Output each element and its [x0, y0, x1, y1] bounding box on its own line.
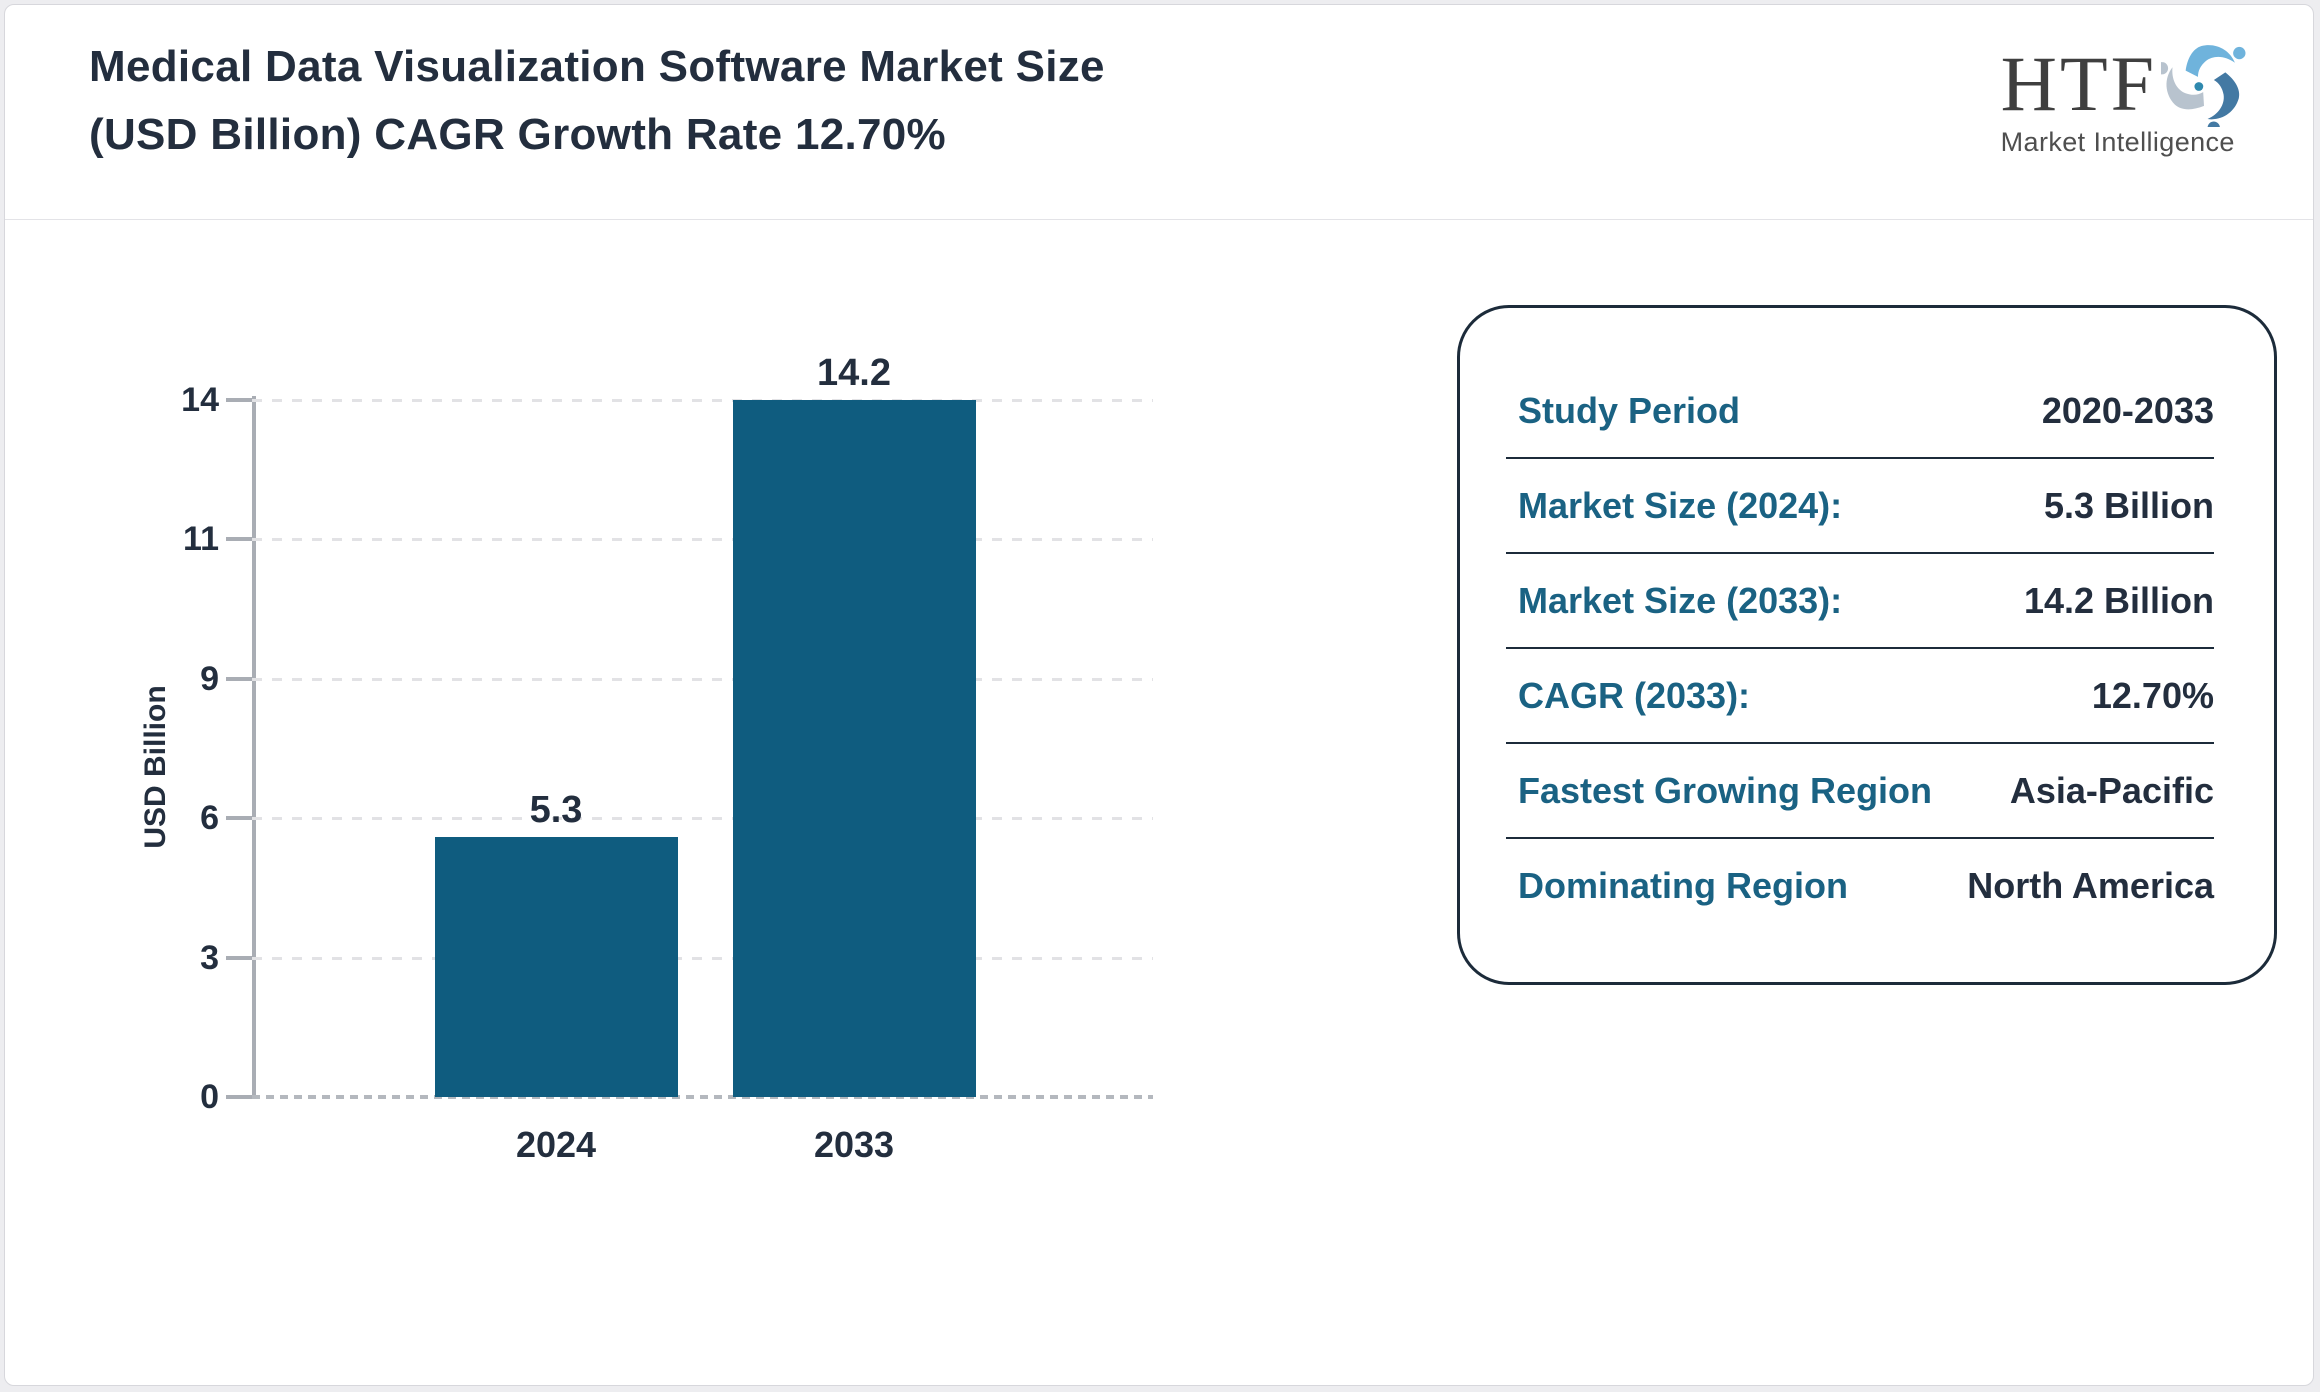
y-tick-mark	[226, 537, 252, 541]
panel-row-label: CAGR (2033):	[1506, 675, 1750, 717]
panel-row-value: 14.2 Billion	[2024, 580, 2214, 622]
panel-row: CAGR (2033): 12.70%	[1506, 649, 2214, 744]
panel-row-label: Study Period	[1506, 390, 1740, 432]
y-tick-label: 6	[123, 796, 219, 840]
y-tick-label: 0	[123, 1075, 219, 1119]
panel-row-value: 5.3 Billion	[2044, 485, 2214, 527]
panel-row-value: Asia-Pacific	[2010, 770, 2214, 812]
panel-row-label: Market Size (2033):	[1506, 580, 1842, 622]
y-tick-mark	[226, 398, 252, 402]
panel-row: Dominating Region North America	[1506, 839, 2214, 932]
y-tick-label: 14	[123, 378, 219, 422]
y-tick-mark	[226, 1095, 252, 1099]
bar-value-label: 5.3	[435, 787, 678, 833]
y-tick-mark	[226, 956, 252, 960]
panel-row-value: 12.70%	[2092, 675, 2214, 717]
bar-value-label: 14.2	[733, 350, 976, 396]
summary-panel: Study Period 2020-2033 Market Size (2024):…	[1457, 305, 2277, 985]
gridline	[252, 957, 1153, 960]
panel-row: Market Size (2024): 5.3 Billion	[1506, 459, 2214, 554]
bar	[733, 400, 976, 1097]
panel-row: Market Size (2033): 14.2 Billion	[1506, 554, 2214, 649]
y-tick-label: 3	[123, 936, 219, 980]
y-tick-label: 11	[123, 517, 219, 561]
x-tick-label: 2024	[435, 1123, 678, 1167]
gridline	[252, 538, 1153, 541]
report-card: Medical Data Visualization Software Mark…	[4, 4, 2314, 1386]
gridline	[252, 678, 1153, 681]
panel-row-label: Dominating Region	[1506, 865, 1848, 907]
panel-row: Study Period 2020-2033	[1506, 364, 2214, 459]
panel-row-value: 2020-2033	[2042, 390, 2214, 432]
y-axis-title: USD Billion	[139, 567, 179, 967]
x-tick-label: 2033	[733, 1123, 976, 1167]
panel-row-value: North America	[1967, 865, 2214, 907]
panel-row: Fastest Growing Region Asia-Pacific	[1506, 744, 2214, 839]
gridline	[252, 817, 1153, 820]
panel-row-label: Fastest Growing Region	[1506, 770, 1932, 812]
gridline	[252, 399, 1153, 402]
y-tick-mark	[226, 816, 252, 820]
y-tick-label: 9	[123, 657, 219, 701]
x-axis-baseline	[252, 1095, 1153, 1099]
y-tick-mark	[226, 677, 252, 681]
y-axis-line	[252, 396, 256, 1099]
bar	[435, 837, 678, 1097]
panel-row-label: Market Size (2024):	[1506, 485, 1842, 527]
